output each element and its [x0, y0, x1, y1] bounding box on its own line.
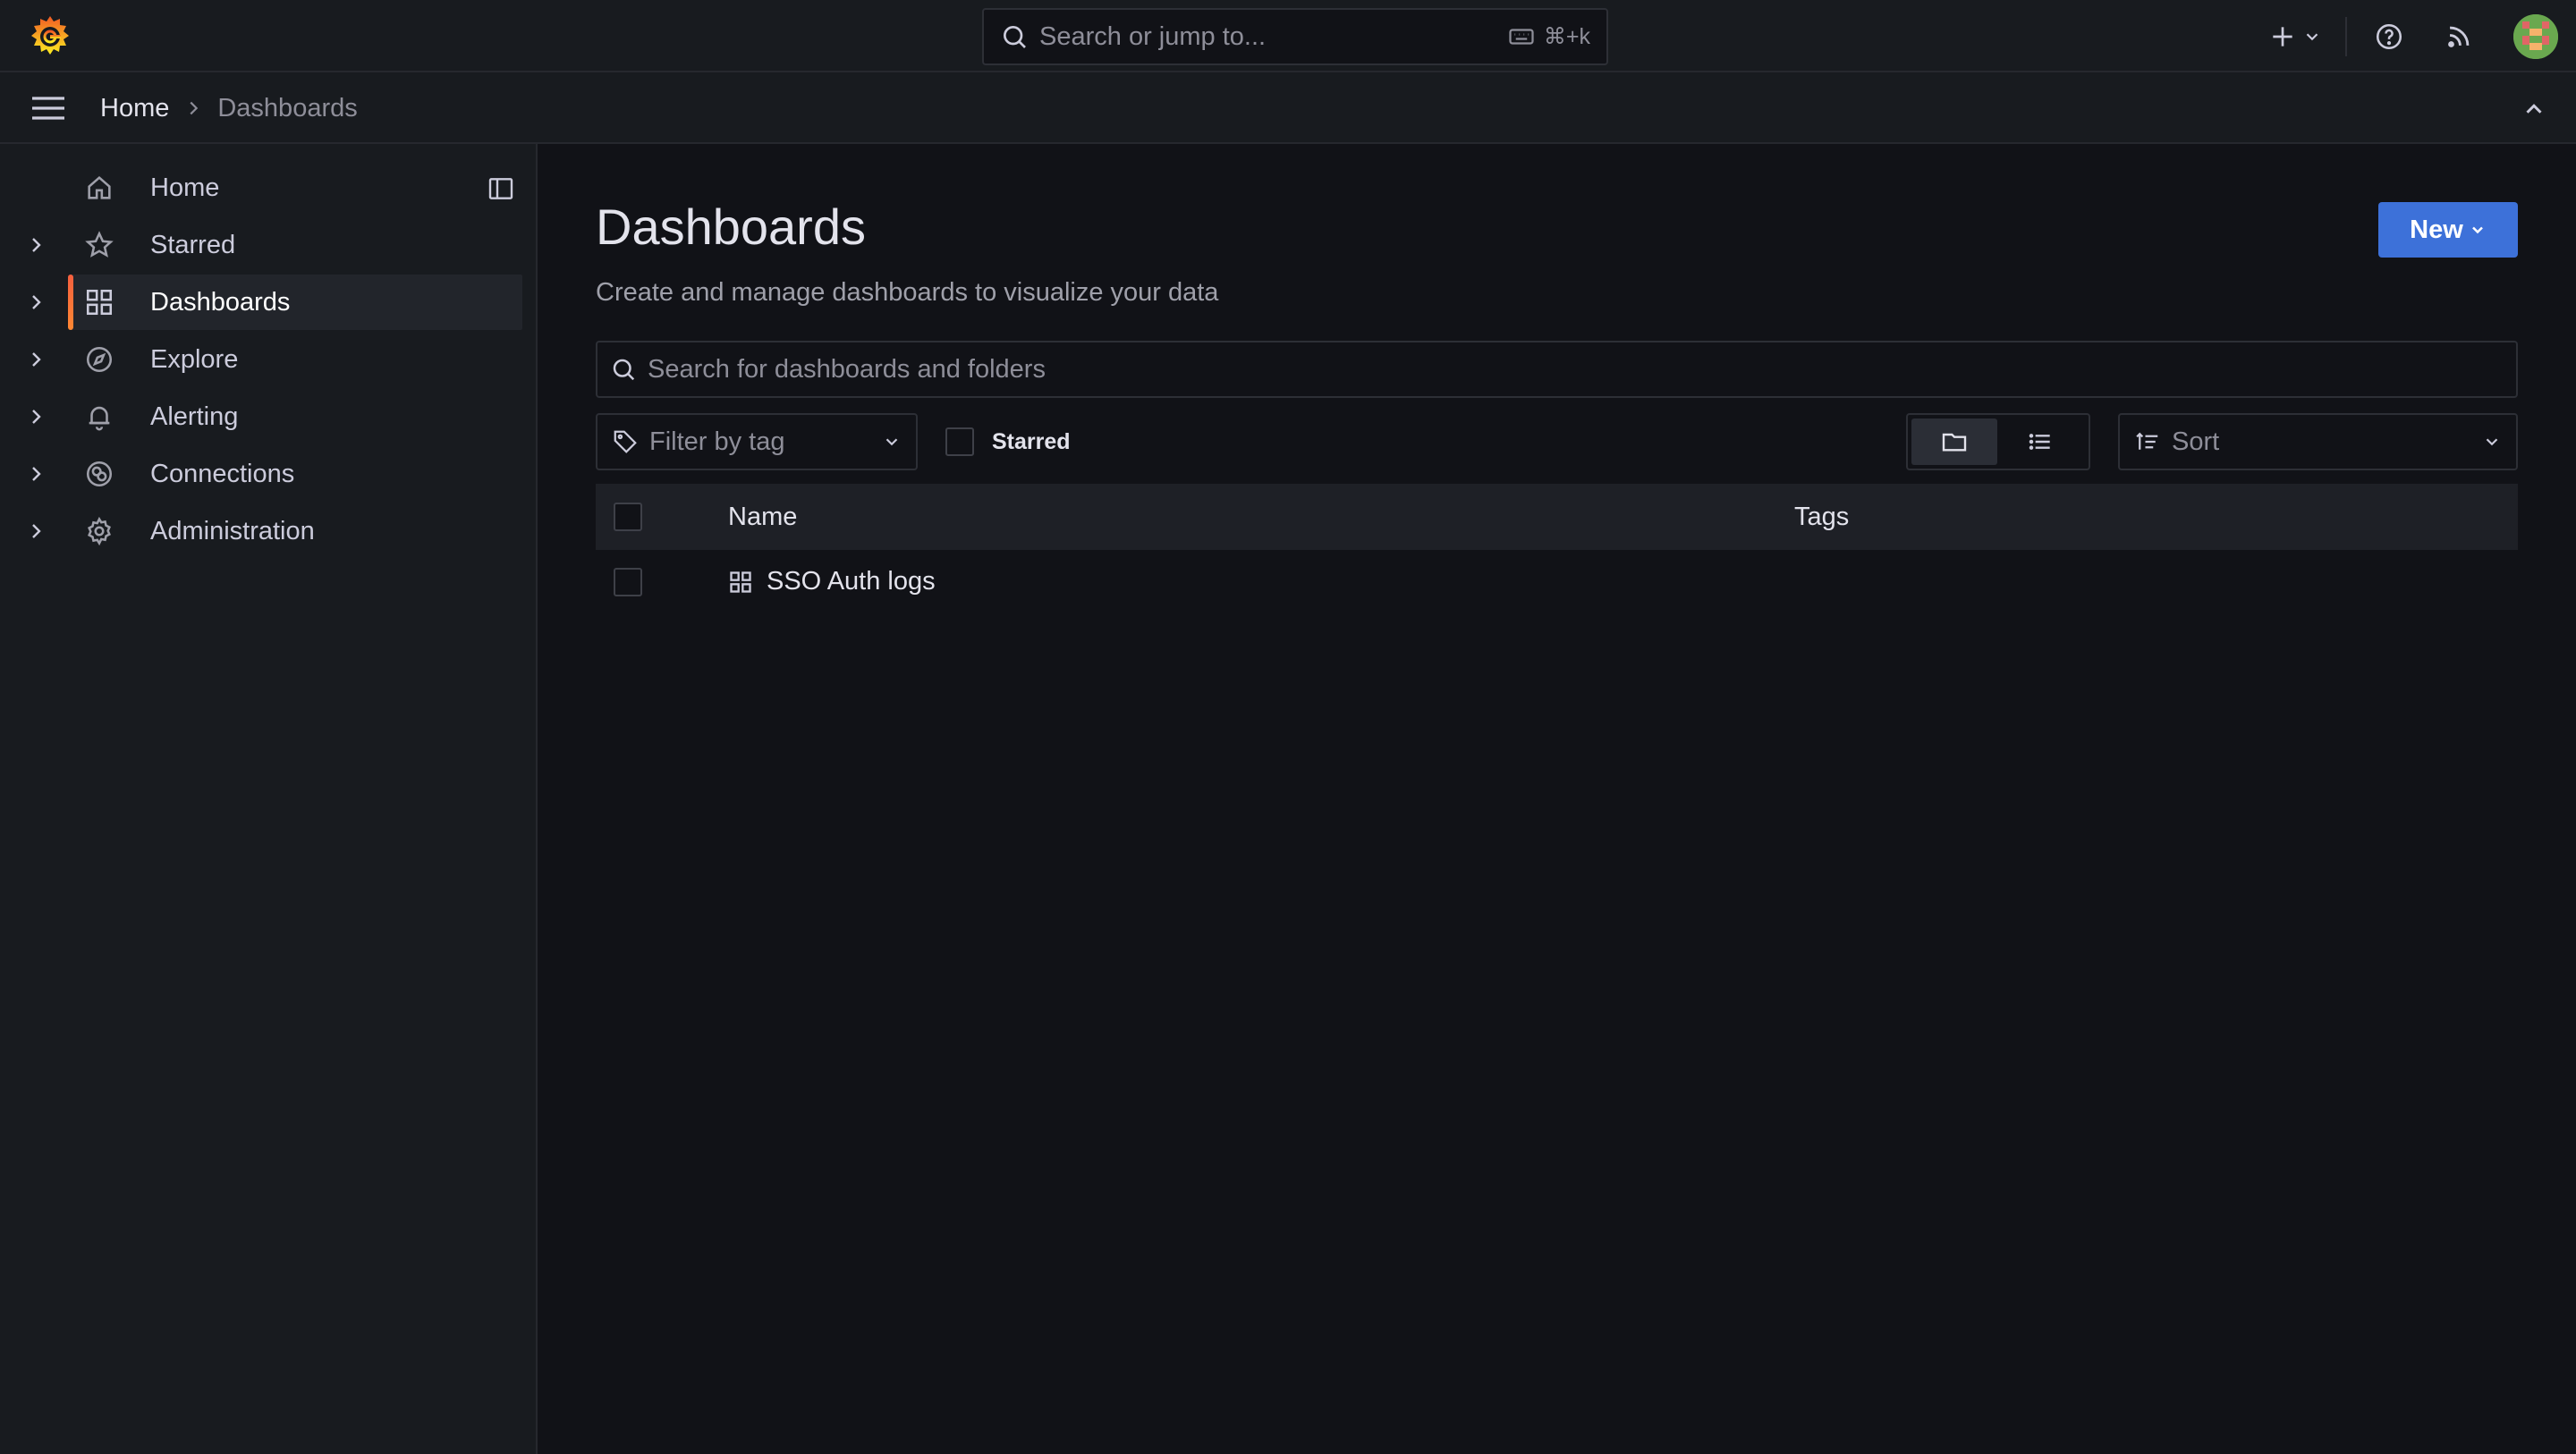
chevron-up-icon[interactable] — [2521, 96, 2547, 123]
bell-icon — [89, 406, 110, 431]
chevron-right-icon[interactable] — [25, 292, 47, 313]
row-checkbox[interactable] — [614, 568, 642, 596]
apps-grid-icon — [86, 289, 113, 316]
global-search-input[interactable]: Search or jump to... ⌘+k — [982, 8, 1608, 65]
dashboard-search-placeholder: Search for dashboards and folders — [648, 354, 1046, 384]
sidebar-item-home[interactable]: Home — [0, 160, 522, 216]
chevron-down-icon — [2486, 438, 2498, 446]
chevron-right-icon[interactable] — [25, 520, 47, 542]
user-avatar[interactable] — [2513, 13, 2558, 59]
new-dashboard-button[interactable]: New — [2378, 202, 2518, 258]
top-right-actions — [2268, 0, 2576, 72]
column-header-name: Name — [728, 502, 798, 531]
breadcrumb-home-link[interactable]: Home — [100, 94, 169, 123]
page-title: Dashboards — [596, 199, 866, 255]
chevron-right-icon[interactable] — [25, 349, 47, 370]
new-button-label: New — [2410, 215, 2463, 244]
menu-icon[interactable] — [30, 92, 66, 124]
starred-checkbox[interactable] — [945, 427, 974, 456]
sidebar-item-label: Dashboards — [150, 287, 291, 317]
breadcrumb-bar: Home Dashboards — [0, 72, 2576, 144]
select-all-checkbox[interactable] — [614, 503, 642, 531]
sidebar-item-label: Administration — [150, 516, 315, 545]
column-header-tags: Tags — [1794, 502, 1850, 531]
avatar-image-icon — [2513, 13, 2558, 59]
main-content: Dashboards Create and manage dashboards … — [539, 144, 2576, 1454]
list-view-button[interactable] — [1997, 418, 2083, 465]
table-row[interactable]: SSO Auth logs — [596, 550, 2518, 614]
sort-placeholder: Sort — [2172, 427, 2220, 456]
breadcrumb: Home Dashboards — [100, 72, 358, 144]
chevron-right-icon[interactable] — [25, 406, 47, 427]
star-icon — [85, 231, 114, 258]
folder-view-button[interactable] — [1911, 418, 1997, 465]
sidebar-item-administration[interactable]: Administration — [0, 503, 522, 559]
sort-select[interactable]: Sort — [2118, 413, 2518, 470]
chevron-down-icon — [2471, 226, 2483, 234]
sidebar-item-dashboards[interactable]: Dashboards — [68, 275, 522, 330]
grafana-logo-icon[interactable] — [27, 13, 73, 60]
tag-icon — [614, 430, 637, 453]
sidebar-nav: Home Starred Dashboards Explore Alerting… — [0, 144, 538, 1454]
keyboard-icon — [1509, 29, 1534, 45]
home-icon — [88, 175, 111, 199]
search-icon — [1004, 26, 1026, 48]
sidebar-item-connections[interactable]: Connections — [0, 446, 522, 502]
keyboard-shortcut-hint: ⌘+k — [1508, 23, 1590, 50]
divider — [2345, 16, 2347, 56]
chevron-down-icon — [886, 438, 898, 446]
sidebar-item-starred[interactable]: Starred — [0, 217, 522, 273]
plus-icon — [2273, 26, 2292, 46]
dashboard-link[interactable]: SSO Auth logs — [767, 567, 936, 596]
sidebar-item-label: Home — [150, 173, 220, 202]
tag-filter-select[interactable]: Filter by tag — [596, 413, 918, 470]
sidebar-item-explore[interactable]: Explore — [0, 332, 522, 387]
list-icon — [2029, 434, 2050, 450]
chevron-down-icon — [2306, 32, 2318, 40]
sidebar-item-label: Starred — [150, 230, 236, 259]
starred-filter[interactable]: Starred — [945, 427, 1071, 456]
shortcut-label: ⌘+k — [1543, 24, 1590, 49]
chevron-right-icon[interactable] — [25, 234, 47, 256]
sidebar-item-alerting[interactable]: Alerting — [0, 389, 522, 444]
compass-icon — [86, 346, 113, 373]
top-bar: Search or jump to... ⌘+k — [0, 0, 2576, 72]
dashboard-search-input[interactable]: Search for dashboards and folders — [596, 341, 2518, 398]
sidebar-item-label: Alerting — [150, 402, 239, 431]
breadcrumb-current: Dashboards — [217, 93, 358, 123]
active-indicator — [68, 275, 73, 330]
search-icon — [613, 359, 635, 381]
table-header: Name Tags — [596, 484, 2518, 550]
page-subtitle: Create and manage dashboards to visualiz… — [596, 278, 1219, 307]
folder-icon — [1942, 433, 1967, 452]
chevron-right-icon[interactable] — [25, 463, 47, 485]
news-rss-icon[interactable] — [2444, 21, 2474, 52]
view-mode-toggle[interactable] — [1906, 413, 2090, 470]
apps-grid-icon — [730, 571, 751, 593]
global-search-placeholder: Search or jump to... — [1039, 21, 1267, 51]
starred-label[interactable]: Starred — [992, 429, 1071, 455]
sidebar-item-label: Connections — [150, 459, 295, 488]
chevron-right-icon — [190, 101, 199, 115]
help-icon[interactable] — [2374, 21, 2404, 52]
gear-icon — [88, 516, 111, 546]
sidebar-item-label: Explore — [150, 344, 239, 374]
add-new-menu-button[interactable] — [2268, 22, 2322, 51]
tag-filter-placeholder: Filter by tag — [649, 427, 785, 456]
connections-icon — [86, 461, 113, 487]
sort-amount-icon — [2136, 432, 2158, 450]
